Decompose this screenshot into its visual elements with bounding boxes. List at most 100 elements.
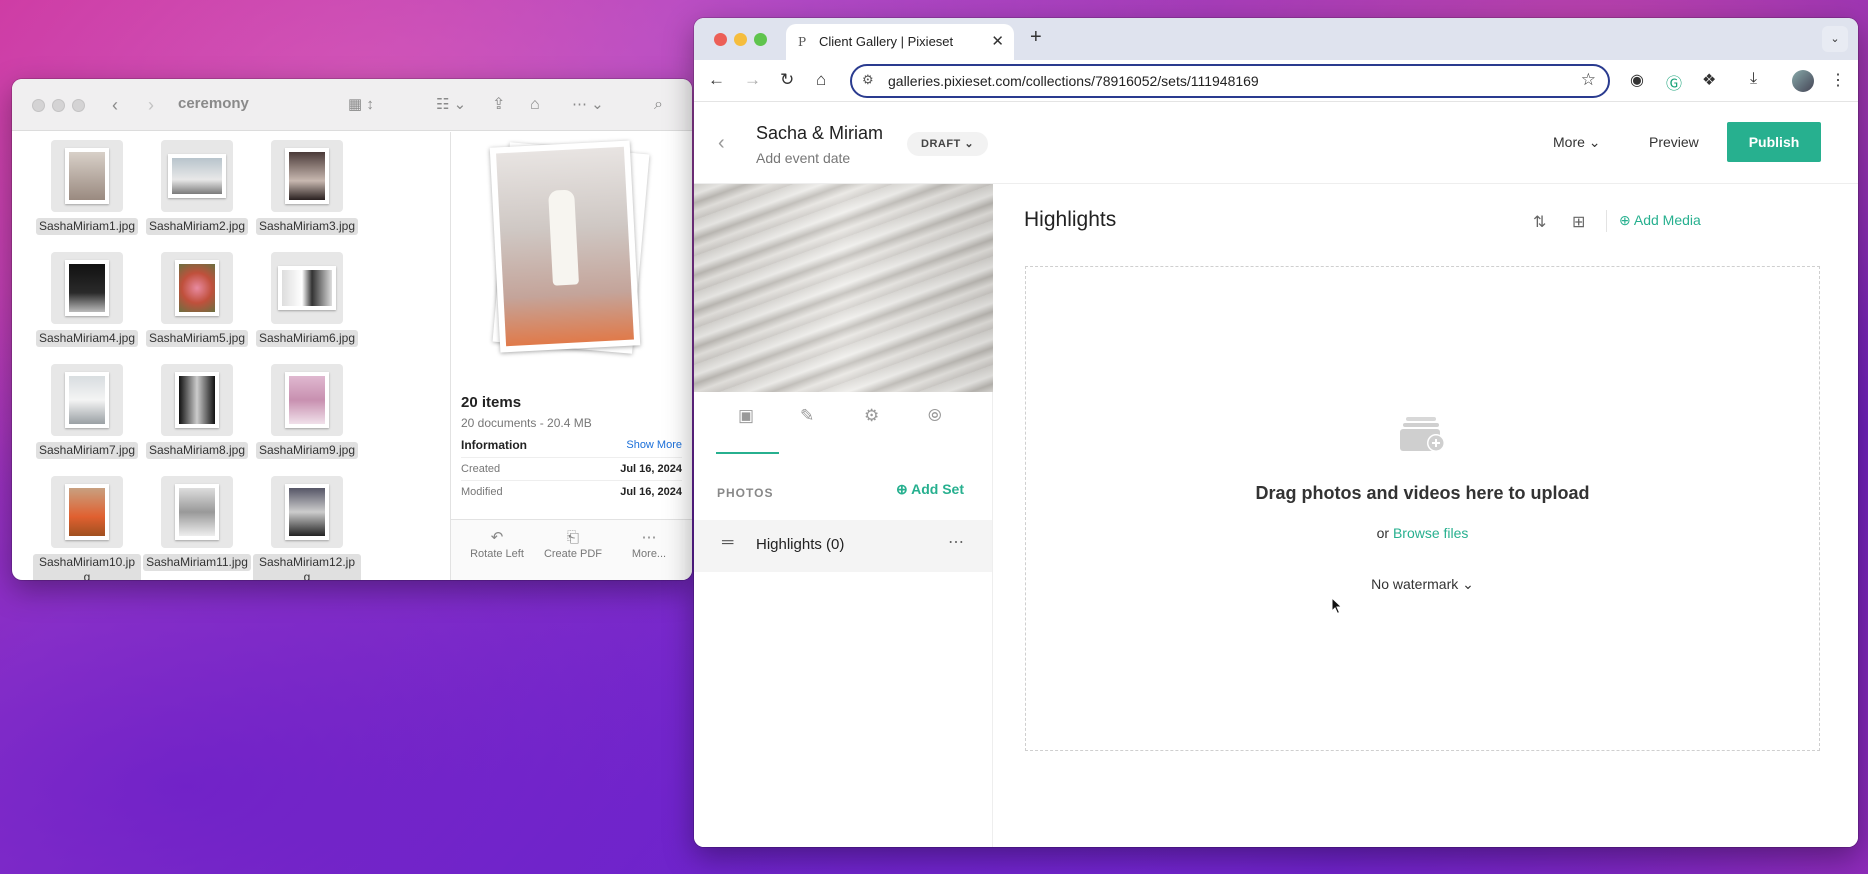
tag-icon[interactable]: ⌂ <box>530 93 540 117</box>
site-info-icon[interactable]: ⚙ <box>862 72 874 88</box>
rotate-left-button[interactable]: ↶ Rotate Left <box>457 528 537 560</box>
file-item[interactable]: SashaMiriam11.jpg <box>142 476 252 580</box>
zoom-window-button[interactable] <box>72 99 85 112</box>
close-tab-icon[interactable]: ✕ <box>991 32 1004 50</box>
mouse-cursor-icon <box>1331 597 1343 615</box>
download-icon[interactable]: ⤓ <box>1750 70 1757 88</box>
more-actions-button[interactable]: ⋯ More... <box>609 528 689 560</box>
add-set-label: Add Set <box>911 481 964 497</box>
more-menu-button[interactable]: More ⌄ <box>1553 134 1601 151</box>
watermark-dropdown[interactable]: No watermark ⌄ <box>1026 576 1819 593</box>
upload-photos-icon <box>1400 417 1445 452</box>
zoom-window-button[interactable] <box>754 33 767 46</box>
search-icon[interactable]: ⌕ <box>654 93 663 117</box>
file-name: SashaMiriam8.jpg <box>145 442 249 459</box>
document-icon: ⎗ <box>566 529 579 546</box>
action-menu-icon[interactable]: ⋯ ⌄ <box>572 93 604 117</box>
add-media-button[interactable]: ⊕ Add Media <box>1619 212 1701 229</box>
pixieset-app: ‹ Sacha & Miriam Add event date DRAFT ⌄ … <box>694 102 1858 847</box>
browse-files-link[interactable]: Browse files <box>1393 525 1468 541</box>
finder-preview-pane: 20 items 20 documents - 20.4 MB Informat… <box>450 132 692 580</box>
more-icon: ⋯ <box>641 529 657 546</box>
preview-image <box>489 140 650 354</box>
extensions-puzzle-icon[interactable]: ❖ <box>1702 70 1716 90</box>
add-set-button[interactable]: ⊕ Add Set <box>896 481 964 498</box>
file-item[interactable]: SashaMiriam12.jpg <box>252 476 362 580</box>
plus-circle-icon: ⊕ <box>896 481 908 497</box>
home-icon[interactable]: ⌂ <box>816 70 826 90</box>
extension-icon[interactable]: ◉ <box>1630 70 1644 90</box>
file-name: SashaMiriam4.jpg <box>35 330 139 347</box>
file-item[interactable]: SashaMiriam8.jpg <box>142 364 252 476</box>
minimize-window-button[interactable] <box>734 33 747 46</box>
file-name: SashaMiriam10.jpg <box>33 554 141 580</box>
settings-gear-icon[interactable]: ⚙ <box>864 406 879 426</box>
finder-folder-title: ceremony <box>178 95 249 112</box>
show-more-link[interactable]: Show More <box>626 439 682 451</box>
file-thumbnail <box>161 476 233 548</box>
bookmark-star-icon[interactable]: ☆ <box>1581 70 1596 90</box>
share-icon[interactable]: ⇪ <box>492 93 505 117</box>
back-icon[interactable]: ← <box>708 70 725 90</box>
reload-icon[interactable]: ↻ <box>780 70 794 90</box>
back-icon[interactable]: ‹ <box>112 93 118 117</box>
file-item[interactable]: SashaMiriam10.jpg <box>32 476 142 580</box>
pixieset-favicon-icon: P <box>798 35 807 49</box>
rotate-left-label: Rotate Left <box>470 548 524 560</box>
photos-tab-icon[interactable]: ▣ <box>738 406 754 426</box>
tab-bar: P Client Gallery | Pixieset ✕ + ⌄ <box>694 18 1858 60</box>
back-chevron-icon[interactable]: ‹ <box>718 132 725 155</box>
file-item[interactable]: SashaMiriam5.jpg <box>142 252 252 364</box>
add-event-date-link[interactable]: Add event date <box>756 150 850 166</box>
chevron-down-icon: ⌄ <box>1462 576 1474 592</box>
set-options-icon[interactable]: ⋯ <box>948 532 964 552</box>
file-item[interactable]: SashaMiriam6.jpg <box>252 252 362 364</box>
view-grid-icon[interactable]: ▦ ↕ <box>348 93 374 117</box>
close-window-button[interactable] <box>714 33 727 46</box>
chevron-down-icon: ⌄ <box>964 138 975 150</box>
design-brush-icon[interactable]: ✎ <box>800 406 814 426</box>
close-window-button[interactable] <box>32 99 45 112</box>
tab-search-icon[interactable]: ⌄ <box>1822 26 1848 52</box>
finder-toolbar: ‹ › ceremony ▦ ↕ ☷ ⌄ ⇪ ⌂ ⋯ ⌄ ⌕ <box>12 79 692 131</box>
publish-button[interactable]: Publish <box>1727 122 1821 162</box>
set-item-highlights[interactable]: ═ Highlights (0) ⋯ <box>694 520 992 572</box>
grid-view-icon[interactable]: ⊞ <box>1572 212 1585 232</box>
drag-handle-icon[interactable]: ═ <box>722 534 733 552</box>
profile-avatar[interactable] <box>1792 70 1814 92</box>
file-thumbnail <box>271 140 343 212</box>
file-thumbnail <box>161 364 233 436</box>
upload-dropzone[interactable]: Drag photos and videos here to upload or… <box>1025 266 1820 751</box>
preview-button[interactable]: Preview <box>1649 134 1699 150</box>
status-dropdown[interactable]: DRAFT ⌄ <box>907 132 989 156</box>
modified-row: Modified Jul 16, 2024 <box>461 480 682 502</box>
photos-section-label: PHOTOS <box>717 486 774 500</box>
create-pdf-button[interactable]: ⎗ Create PDF <box>533 528 613 560</box>
group-icon[interactable]: ☷ ⌄ <box>436 93 466 117</box>
sort-icon[interactable]: ⇅ <box>1533 212 1546 232</box>
forward-icon[interactable]: → <box>744 70 761 90</box>
file-item[interactable]: SashaMiriam7.jpg <box>32 364 142 476</box>
file-thumbnail <box>161 140 233 212</box>
active-tab-indicator <box>716 452 779 454</box>
grammarly-icon[interactable]: Ⓖ <box>1666 70 1682 94</box>
menu-kebab-icon[interactable]: ⋮ <box>1830 70 1846 90</box>
file-item[interactable]: SashaMiriam9.jpg <box>252 364 362 476</box>
address-bar[interactable]: ⚙ galleries.pixieset.com/collections/789… <box>850 64 1610 98</box>
cover-image[interactable] <box>694 184 993 392</box>
active-tab[interactable]: P Client Gallery | Pixieset ✕ <box>786 24 1014 60</box>
file-item[interactable]: SashaMiriam2.jpg <box>142 140 252 252</box>
finder-window: ‹ › ceremony ▦ ↕ ☷ ⌄ ⇪ ⌂ ⋯ ⌄ ⌕ SashaMiri… <box>12 79 692 580</box>
file-item[interactable]: SashaMiriam4.jpg <box>32 252 142 364</box>
minimize-window-button[interactable] <box>52 99 65 112</box>
rss-activity-icon[interactable]: ⦾ <box>928 406 942 426</box>
app-header: ‹ Sacha & Miriam Add event date DRAFT ⌄ … <box>694 102 1858 184</box>
items-size: 20 documents - 20.4 MB <box>461 416 592 430</box>
file-thumbnail <box>51 476 123 548</box>
new-tab-icon[interactable]: + <box>1030 26 1042 49</box>
file-item[interactable]: SashaMiriam1.jpg <box>32 140 142 252</box>
forward-icon[interactable]: › <box>148 93 154 117</box>
gallery-name[interactable]: Sacha & Miriam <box>756 123 883 144</box>
url-text: galleries.pixieset.com/collections/78916… <box>888 73 1259 89</box>
file-item[interactable]: SashaMiriam3.jpg <box>252 140 362 252</box>
